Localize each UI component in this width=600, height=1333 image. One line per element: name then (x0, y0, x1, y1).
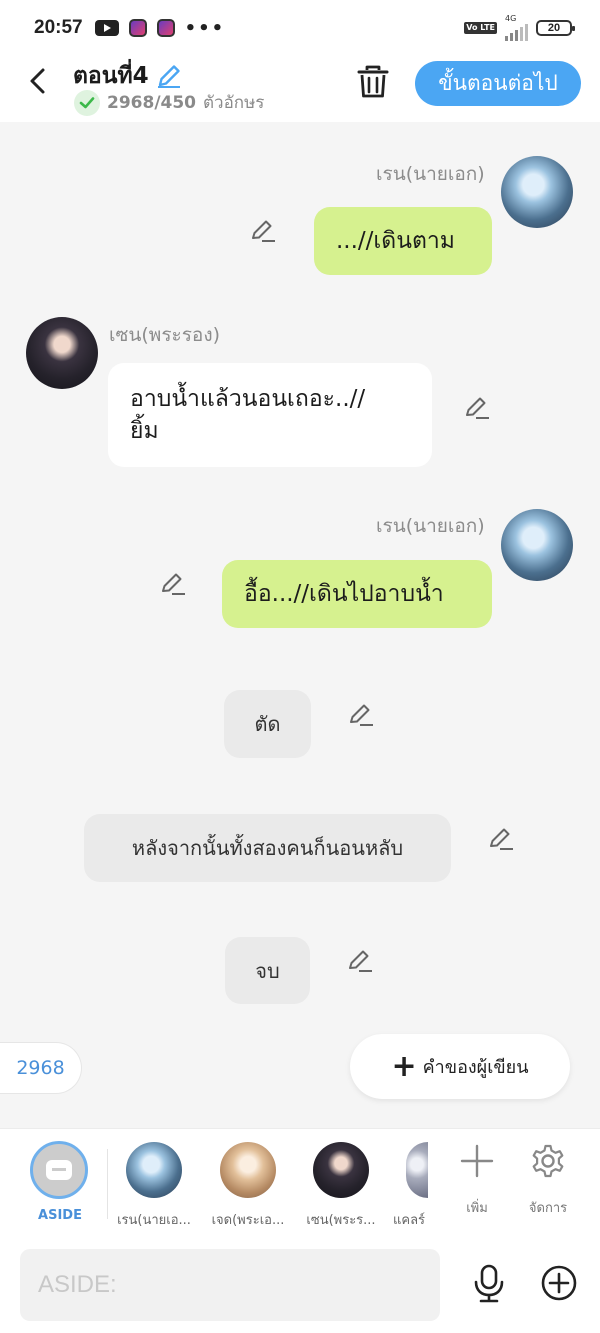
speaker-name: เรน(นายเอก) (376, 163, 485, 185)
chat-bubble-text-line: ยิ้ม (130, 418, 159, 444)
check-icon (74, 89, 100, 116)
app-notification-icon (156, 19, 175, 37)
character-avatar[interactable] (220, 1142, 276, 1198)
author-note-label: คำของผู้เขียน (422, 1057, 529, 1078)
character-avatar[interactable] (126, 1142, 182, 1198)
chat-bubble[interactable]: ...//เดินตาม (314, 207, 492, 275)
character-selector-bar: ASIDE เรน(นายเอ... เจด(พระเอ... เซน(พระร… (0, 1128, 600, 1238)
character-label: แคลร์ (393, 1213, 426, 1228)
narration-text: จบ (255, 958, 280, 983)
youtube-icon (94, 20, 119, 36)
avatar (501, 156, 573, 228)
chat-bubble-text: อื้อ...//เดินไปอาบน้ำ (244, 581, 444, 607)
character-count-unit: ตัวอักษร (203, 93, 265, 113)
author-note-button[interactable]: + คำของผู้เขียน (350, 1034, 570, 1099)
character-label: เรน(นายเอ... (117, 1213, 191, 1228)
speaker-name: เรน(นายเอก) (376, 515, 485, 537)
character-label: เจด(พระเอ... (211, 1213, 285, 1228)
character-counter-pill[interactable]: 2968 (0, 1042, 82, 1094)
avatar (501, 509, 573, 581)
narration-text: ตัด (254, 712, 281, 736)
battery-icon: 20 (536, 20, 575, 36)
edit-pencil-icon[interactable] (487, 824, 515, 852)
speaker-name: เซน(พระรอง) (109, 324, 221, 346)
edit-pencil-icon[interactable] (249, 216, 277, 244)
divider (107, 1149, 108, 1219)
chat-bubble-text: ...//เดินตาม (336, 228, 455, 254)
volte-icon: Vo LTE (464, 22, 497, 34)
status-bar: 20:57 ••• Vo LTE 4G 20 (0, 0, 600, 56)
trash-icon[interactable] (356, 64, 390, 100)
status-time: 20:57 (34, 17, 83, 38)
back-arrow-icon[interactable] (24, 66, 54, 96)
edit-pencil-icon[interactable] (463, 393, 491, 421)
microphone-icon[interactable] (472, 1264, 506, 1304)
next-step-button[interactable]: ขั้นตอนต่อไป (415, 61, 581, 106)
header: ตอนที่4 2968/450 ตัวอักษร ขั้นตอนต่อไป (0, 56, 600, 122)
narration-bubble[interactable]: หลังจากนั้นทั้งสองคนก็นอนหลับ (84, 814, 451, 882)
edit-pencil-icon[interactable] (346, 946, 374, 974)
add-character-plus-icon[interactable] (459, 1143, 495, 1179)
aside-chat-icon[interactable] (30, 1141, 88, 1199)
edit-pencil-icon[interactable] (347, 700, 375, 728)
character-avatar[interactable] (313, 1142, 369, 1198)
edit-pencil-icon[interactable] (159, 569, 187, 597)
add-label: เพิ่ม (466, 1201, 488, 1216)
aside-label: ASIDE (38, 1208, 82, 1223)
plus-icon: + (391, 1048, 417, 1084)
aside-text-input[interactable] (20, 1249, 440, 1321)
gear-icon[interactable] (530, 1143, 566, 1179)
signal-icon: 4G (505, 15, 528, 41)
add-circle-icon[interactable] (541, 1265, 577, 1301)
character-avatar[interactable] (406, 1142, 428, 1198)
character-count: 2968/450 (107, 92, 197, 113)
narration-bubble[interactable]: ตัด (224, 690, 311, 758)
app-notification-icon (128, 19, 147, 37)
narration-bubble[interactable]: จบ (225, 937, 310, 1004)
notification-icons: ••• (94, 17, 226, 39)
more-notifications-icon: ••• (184, 17, 226, 39)
character-label: เซน(พระร... (306, 1213, 376, 1228)
narration-text: หลังจากนั้นทั้งสองคนก็นอนหลับ (131, 836, 404, 860)
chat-bubble[interactable]: อื้อ...//เดินไปอาบน้ำ (222, 560, 492, 628)
avatar (26, 317, 98, 389)
chat-bubble-text-line: อาบน้ำแล้วนอนเถอะ..// (130, 386, 366, 412)
manage-label: จัดการ (528, 1201, 568, 1216)
chat-bubble[interactable]: อาบน้ำแล้วนอนเถอะ..// ยิ้ม (108, 363, 432, 467)
network-type: 4G (505, 14, 517, 23)
input-bar (0, 1238, 600, 1333)
edit-title-pencil-icon[interactable] (155, 62, 183, 90)
